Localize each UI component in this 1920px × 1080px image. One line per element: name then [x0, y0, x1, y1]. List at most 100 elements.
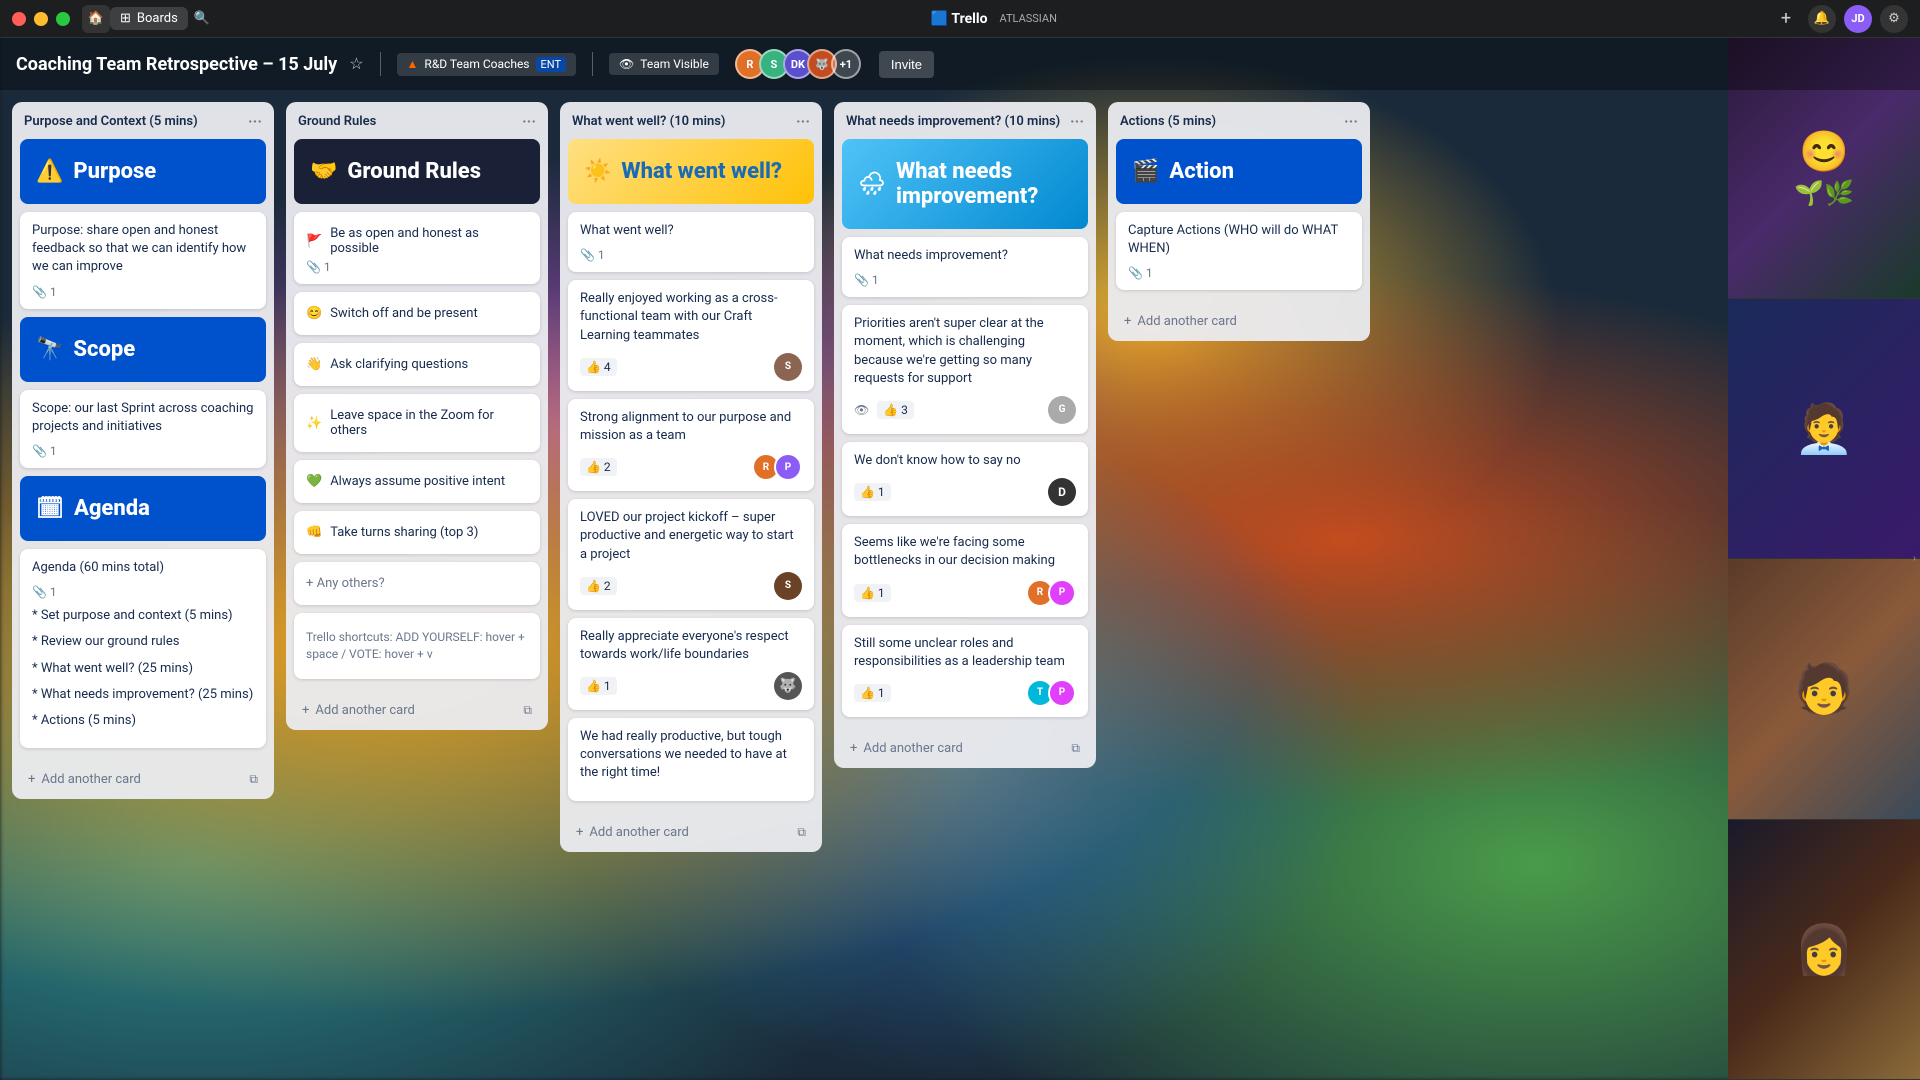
- fullscreen-button[interactable]: [56, 12, 70, 26]
- add-card-label: Add another card: [315, 703, 414, 718]
- copy-card-icon[interactable]: ⧉: [797, 825, 806, 840]
- add-card-button-purpose[interactable]: + Add another card ⧉: [16, 764, 270, 795]
- card-text: What went well?: [580, 222, 802, 240]
- add-button[interactable]: +: [1772, 5, 1800, 33]
- like-button[interactable]: 👍 2: [580, 458, 617, 476]
- card-agenda-text[interactable]: Agenda (60 mins total) 📎 1 * Set purpose…: [20, 549, 266, 748]
- card-text: What needs improvement?: [854, 247, 1076, 265]
- user-avatar[interactable]: JD: [1844, 5, 1872, 33]
- card-meta: 👍 1 T P: [854, 679, 1076, 707]
- like-button[interactable]: 👍 1: [854, 684, 891, 702]
- shortcuts-text: Trello shortcuts: ADD YOURSELF: hover + …: [306, 623, 528, 669]
- card-say-no[interactable]: We don't know how to say no 👍 1 D: [842, 442, 1088, 516]
- card-rule-4[interactable]: ✨ Leave space in the Zoom for others: [294, 394, 540, 452]
- boards-button[interactable]: ⊞ Boards: [110, 7, 188, 30]
- board-header: Coaching Team Retrospective – 15 July ☆ …: [0, 38, 1920, 90]
- team-tag-badge: ENT: [536, 57, 567, 72]
- avatar-2: P: [1048, 579, 1076, 607]
- add-card-button-actions[interactable]: + Add another card: [1112, 306, 1366, 337]
- col-title-purpose: Purpose and Context (5 mins): [24, 114, 198, 129]
- card-meta: 👍 1 D: [854, 478, 1076, 506]
- col-menu-improvement[interactable]: ···: [1070, 112, 1084, 131]
- more-members-badge[interactable]: +1: [831, 49, 861, 79]
- board-title: Coaching Team Retrospective – 15 July: [16, 54, 337, 75]
- card-agenda-hero[interactable]: 🗓 Agenda: [20, 476, 266, 541]
- card-capture-actions[interactable]: Capture Actions (WHO will do WHAT WHEN) …: [1116, 212, 1362, 290]
- card-meta: 👍 1 R P: [854, 579, 1076, 607]
- col-menu-ground-rules[interactable]: ···: [522, 112, 536, 131]
- column-improvement: What needs improvement? (10 mins) ··· 🌧 …: [834, 102, 1096, 768]
- card-loved-kickoff[interactable]: LOVED our project kickoff – super produc…: [568, 499, 814, 610]
- card-agenda-label: Agenda (60 mins total): [32, 559, 254, 577]
- settings-button[interactable]: ⚙: [1880, 5, 1908, 33]
- card-went-well-hero[interactable]: ☀️ What went well?: [568, 139, 814, 204]
- like-button[interactable]: 👍 3: [877, 401, 914, 419]
- card-respect[interactable]: Really appreciate everyone's respect tow…: [568, 618, 814, 710]
- card-text: LOVED our project kickoff – super produc…: [580, 509, 802, 564]
- like-button[interactable]: 👍 1: [854, 483, 891, 501]
- card-purpose-hero[interactable]: ⚠️ Purpose: [20, 139, 266, 204]
- col-menu-went-well[interactable]: ···: [796, 112, 810, 131]
- card-bottlenecks[interactable]: Seems like we're facing some bottlenecks…: [842, 524, 1088, 616]
- card-rule-2[interactable]: 😊 Switch off and be present: [294, 292, 540, 335]
- visibility-tag[interactable]: 👁 Team Visible: [609, 53, 719, 75]
- card-cross-functional[interactable]: Really enjoyed working as a cross-functi…: [568, 280, 814, 391]
- card-meta: 👍 1 🐺: [580, 672, 802, 700]
- card-improvement-label[interactable]: What needs improvement? 📎 1: [842, 237, 1088, 297]
- card-shortcuts[interactable]: Trello shortcuts: ADD YOURSELF: hover + …: [294, 613, 540, 679]
- copy-card-icon[interactable]: ⧉: [523, 703, 532, 718]
- col-header-actions: Actions (5 mins) ···: [1108, 102, 1370, 139]
- card-strong-alignment[interactable]: Strong alignment to our purpose and miss…: [568, 399, 814, 491]
- card-rule-1[interactable]: 🚩 Be as open and honest as possible 📎 1: [294, 212, 540, 284]
- attach-icon: 📎 1: [32, 585, 57, 599]
- minimize-button[interactable]: [34, 12, 48, 26]
- col-cards-improvement: 🌧 What needs improvement? What needs imp…: [834, 139, 1096, 733]
- boards-grid-icon: ⊞: [120, 11, 131, 26]
- card-rule-3[interactable]: 👋 Ask clarifying questions: [294, 343, 540, 386]
- agenda-item-4: * What needs improvement? (25 mins): [32, 686, 254, 704]
- card-scope-text[interactable]: Scope: our last Sprint across coaching p…: [20, 390, 266, 468]
- invite-button[interactable]: Invite: [879, 51, 934, 78]
- col-title-went-well: What went well? (10 mins): [572, 114, 725, 129]
- like-button[interactable]: 👍 1: [580, 677, 617, 695]
- add-card-icon: +: [850, 741, 857, 756]
- card-rule-6[interactable]: 👊 Take turns sharing (top 3): [294, 511, 540, 554]
- star-button[interactable]: ☆: [349, 54, 363, 74]
- add-card-button-improvement[interactable]: + Add another card ⧉: [838, 733, 1092, 764]
- col-menu-purpose[interactable]: ···: [248, 112, 262, 131]
- like-button[interactable]: 👍 1: [854, 584, 891, 602]
- add-card-label: Add another card: [589, 825, 688, 840]
- card-unclear-roles[interactable]: Still some unclear roles and responsibil…: [842, 625, 1088, 717]
- copy-card-icon[interactable]: ⧉: [1071, 741, 1080, 756]
- card-actions-hero[interactable]: 🎬 Action: [1116, 139, 1362, 204]
- card-purpose-text[interactable]: Purpose: share open and honest feedback …: [20, 212, 266, 309]
- add-card-button-went-well[interactable]: + Add another card ⧉: [564, 817, 818, 848]
- card-tough-conversations[interactable]: We had really productive, but tough conv…: [568, 718, 814, 801]
- copy-card-icon[interactable]: ⧉: [249, 772, 258, 787]
- card-avatar: S: [774, 353, 802, 381]
- titlebar: 🏠 ⊞ Boards 🔍 🟦 Trello ATLASSIAN + 🔔 JD ⚙: [0, 0, 1920, 38]
- col-header-went-well: What went well? (10 mins) ···: [560, 102, 822, 139]
- add-card-button-ground-rules[interactable]: + Add another card ⧉: [290, 695, 544, 726]
- card-any-others[interactable]: + Any others?: [294, 562, 540, 605]
- card-improvement-hero[interactable]: 🌧 What needs improvement?: [842, 139, 1088, 229]
- like-button[interactable]: 👍 2: [580, 577, 617, 595]
- search-button[interactable]: 🔍: [188, 5, 216, 33]
- card-priorities[interactable]: Priorities aren't super clear at the mom…: [842, 305, 1088, 434]
- home-button[interactable]: 🏠: [82, 5, 110, 33]
- agenda-items: * Set purpose and context (5 mins) * Rev…: [32, 607, 254, 730]
- col-menu-actions[interactable]: ···: [1344, 112, 1358, 131]
- close-button[interactable]: [12, 12, 26, 26]
- like-button[interactable]: 👍 4: [580, 358, 617, 376]
- card-meta: 📎 1: [306, 260, 528, 274]
- notifications-button[interactable]: 🔔: [1808, 5, 1836, 33]
- card-text: Really enjoyed working as a cross-functi…: [580, 290, 802, 345]
- card-ground-rules-hero[interactable]: 🤝 Ground Rules: [294, 139, 540, 204]
- card-avatar: S: [774, 572, 802, 600]
- card-went-well-label[interactable]: What went well? 📎 1: [568, 212, 814, 272]
- team-tag[interactable]: ▲ R&D Team Coaches ENT: [397, 53, 576, 76]
- card-rule-5[interactable]: 💚 Always assume positive intent: [294, 460, 540, 503]
- card-scope-hero[interactable]: 🔭 Scope: [20, 317, 266, 382]
- rule-text: 😊 Switch off and be present: [306, 302, 528, 325]
- col-header-improvement: What needs improvement? (10 mins) ···: [834, 102, 1096, 139]
